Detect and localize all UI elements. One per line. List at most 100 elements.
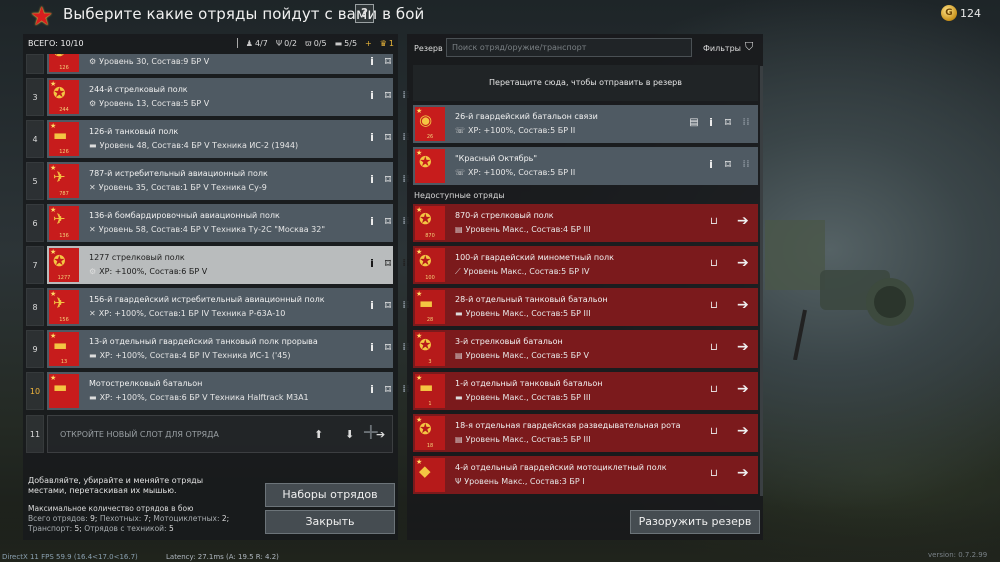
squad-row: 3 ★ ✪ 244 244-й стрелковый полк ⚙ Уровень 13, … [23,78,410,116]
info-icon[interactable]: i [706,159,716,171]
info-icon[interactable]: i [367,384,377,396]
bookmark-icon[interactable]: ⌑ [383,384,393,396]
filters-label[interactable]: Фильтры [703,44,741,53]
squad-info-text: Уровень 30, Состав:9 БР V [99,57,210,66]
drag-handle-icon[interactable]: ⁞⁞ [741,117,751,129]
squad-info-text: XP: +100%, Состав:1 БР IV Техника Р-63А-… [98,309,286,318]
squad-card[interactable]: ★ ▬ 126 126-й танковый полк ▬ Уровень 48, Сос… [47,120,410,158]
manual-book-icon[interactable]: ▤ [689,117,699,129]
info-icon[interactable]: i [367,174,377,186]
unavailable-squad-card[interactable]: ★ ▬ 1 1-й отдельный танковый батальон ▬ Урове… [413,372,758,410]
squad-info-text: Уровень Макс., Состав:5 БР IV [463,267,590,276]
info-icon[interactable]: i [706,117,716,129]
squad-row: ★✪126⚙Уровень 30, Состав:9 БР Vi⌑⁞⁞ [23,54,398,74]
unavailable-section-label: Недоступные отряды [414,191,505,200]
open-new-slot-label: ОТКРОЙТЕ НОВЫЙ СЛОТ ДЛЯ ОТРЯДА [60,430,219,439]
squad-card[interactable]: ★ ✪ 1277 1277 стрелковый полк ⚙ XP: +100%, Со… [47,246,410,284]
unavailable-squad-card[interactable]: ★ ◆ 4-й отдельный гвардейский мотоциклетны… [413,456,758,494]
squad-sets-button[interactable]: Наборы отрядов [265,483,395,507]
squad-info: ▬ Уровень Макс., Состав:5 БР III [455,393,591,402]
unavailable-squad-card[interactable]: ★ ✪ 18 18-я отдельная гвардейская разведыва… [413,414,758,452]
bookmark-icon[interactable]: ⌑ [383,342,393,354]
squad-card[interactable]: ★✪126⚙Уровень 30, Состав:9 БР Vi⌑⁞⁞ [47,54,393,74]
info-icon[interactable]: i [367,132,377,144]
stat-vehicle: ▬ 5/5 [335,39,357,48]
max-motorcycle-key: Мотоциклетных: [153,514,220,523]
squad-card[interactable]: ★ ✈ 787 787-й истребительный авиационный по… [47,162,410,200]
help-button[interactable]: ? [355,4,374,23]
squad-row: 7 ★ ✪ 1277 1277 стрелковый полк ⚙ XP: +100%, С… [23,246,410,284]
shop-basket-icon[interactable]: ⊔ [710,384,718,395]
info-icon[interactable]: i [367,56,377,68]
squad-type-icon: ▬ [89,393,97,402]
go-arrow-icon[interactable]: ➔ [737,465,749,481]
bookmark-icon[interactable]: ⌑ [723,117,733,129]
filter-shield-icon[interactable]: ⛉ [745,40,753,54]
disarm-reserve-button[interactable]: Разоружить резерв [630,510,760,534]
squad-info: ▬ Уровень Макс., Состав:5 БР III [455,309,591,318]
shop-basket-icon[interactable]: ⊔ [710,300,718,311]
bookmark-icon[interactable]: ⌑ [723,159,733,171]
reserve-label: Резерв [414,44,443,53]
row-number: 7 [26,246,44,284]
move-up-arrow-icon[interactable]: ⬆ [314,428,323,441]
go-arrow-icon[interactable]: ➔ [737,297,749,313]
search-input[interactable]: Поиск отряд/оружие/транспорт [446,38,692,57]
info-icon[interactable]: i [367,300,377,312]
squad-card[interactable]: ★ ▬ 13 13-й отдельный гвардейский танковый … [47,330,410,368]
squad-type-icon: ✕ [89,183,96,192]
unavailable-squad-card[interactable]: ★ ✪ 100 100-й гвардейский минометный полк ⟋ У… [413,246,758,284]
info-icon[interactable]: i [367,342,377,354]
bookmark-icon[interactable]: ⌑ [383,56,393,68]
close-button[interactable]: Закрыть [265,510,395,534]
shop-basket-icon[interactable]: ⊔ [710,216,718,227]
bookmark-icon[interactable]: ⌑ [383,90,393,102]
move-down-arrow-icon[interactable]: ⬇ [345,428,354,441]
shop-basket-icon[interactable]: ⊔ [710,468,718,479]
squad-emblem: ★ ◆ [415,458,445,492]
unit-emblem-icon: ✪ [419,420,432,438]
reserve-squad-card[interactable]: ★ ✪ "Красный Октябрь" ☏ XP: +100%, Состав:5 … [413,147,758,185]
squad-name: 4-й отдельный гвардейский мотоциклетный … [455,463,667,472]
info-icon[interactable]: i [367,90,377,102]
bookmark-icon[interactable]: ⌑ [383,132,393,144]
squad-info-text: Уровень Макс., Состав:5 БР III [465,435,591,444]
move-right-arrow-icon[interactable]: ➔ [376,428,385,441]
squad-card[interactable]: ★ ✈ 136 136-й бомбардировочный авиационный … [47,204,410,242]
row-number: 3 [26,78,44,116]
go-arrow-icon[interactable]: ➔ [737,255,749,271]
bookmark-icon[interactable]: ⌑ [383,300,393,312]
squad-name: 1-й отдельный танковый батальон [455,379,603,388]
go-arrow-icon[interactable]: ➔ [737,213,749,229]
squad-card[interactable]: ★ ✪ 244 244-й стрелковый полк ⚙ Уровень 13, С… [47,78,410,116]
squad-card[interactable]: ★ ▬ Мотострелковый батальон ▬ XP: +100%, Сос… [47,372,410,410]
drag-handle-icon[interactable]: ⁞⁞ [741,159,751,171]
bookmark-icon[interactable]: ⌑ [383,258,393,270]
shop-basket-icon[interactable]: ⊔ [710,426,718,437]
emblem-number: 787 [59,191,69,197]
open-new-slot-button[interactable]: ОТКРОЙТЕ НОВЫЙ СЛОТ ДЛЯ ОТРЯДА + [47,415,393,453]
bookmark-icon[interactable]: ⌑ [383,174,393,186]
unavailable-squad-card[interactable]: ★ ▬ 28 28-й отдельный танковый батальон ▬ Уро… [413,288,758,326]
squad-emblem: ★ ▬ [49,374,79,408]
shop-basket-icon[interactable]: ⊔ [710,258,718,269]
max-infantry-value: 7; [143,514,151,523]
info-icon[interactable]: i [367,216,377,228]
squad-info-text: Уровень Макс., Состав:4 БР III [465,225,591,234]
squad-emblem: ★ ✪ 3 [415,332,445,366]
info-icon[interactable]: i [367,258,377,270]
go-arrow-icon[interactable]: ➔ [737,339,749,355]
go-arrow-icon[interactable]: ➔ [737,423,749,439]
bookmark-icon[interactable]: ⌑ [383,216,393,228]
unavailable-squad-card[interactable]: ★ ✪ 870 870-й стрелковый полк ▤ Уровень Макс.… [413,204,758,242]
shop-basket-icon[interactable]: ⊔ [710,342,718,353]
row-number: 5 [26,162,44,200]
reserve-scrollbar[interactable] [760,66,763,496]
unit-emblem-icon: ◉ [419,111,433,129]
unavailable-squad-card[interactable]: ★ ✪ 3 3-й стрелковый батальон ▤ Уровень Макс.… [413,330,758,368]
go-arrow-icon[interactable]: ➔ [737,381,749,397]
reserve-drop-zone[interactable]: Перетащите сюда, чтобы отправить в резер… [413,65,758,101]
reserve-squad-card[interactable]: ★ ◉ 26 26-й гвардейский батальон связи ☏ XP: … [413,105,758,143]
squad-card[interactable]: ★ ✈ 156 156-й гвардейский истребительный ав… [47,288,410,326]
squad-info: ▤ Уровень Макс., Состав:5 БР III [455,435,591,444]
